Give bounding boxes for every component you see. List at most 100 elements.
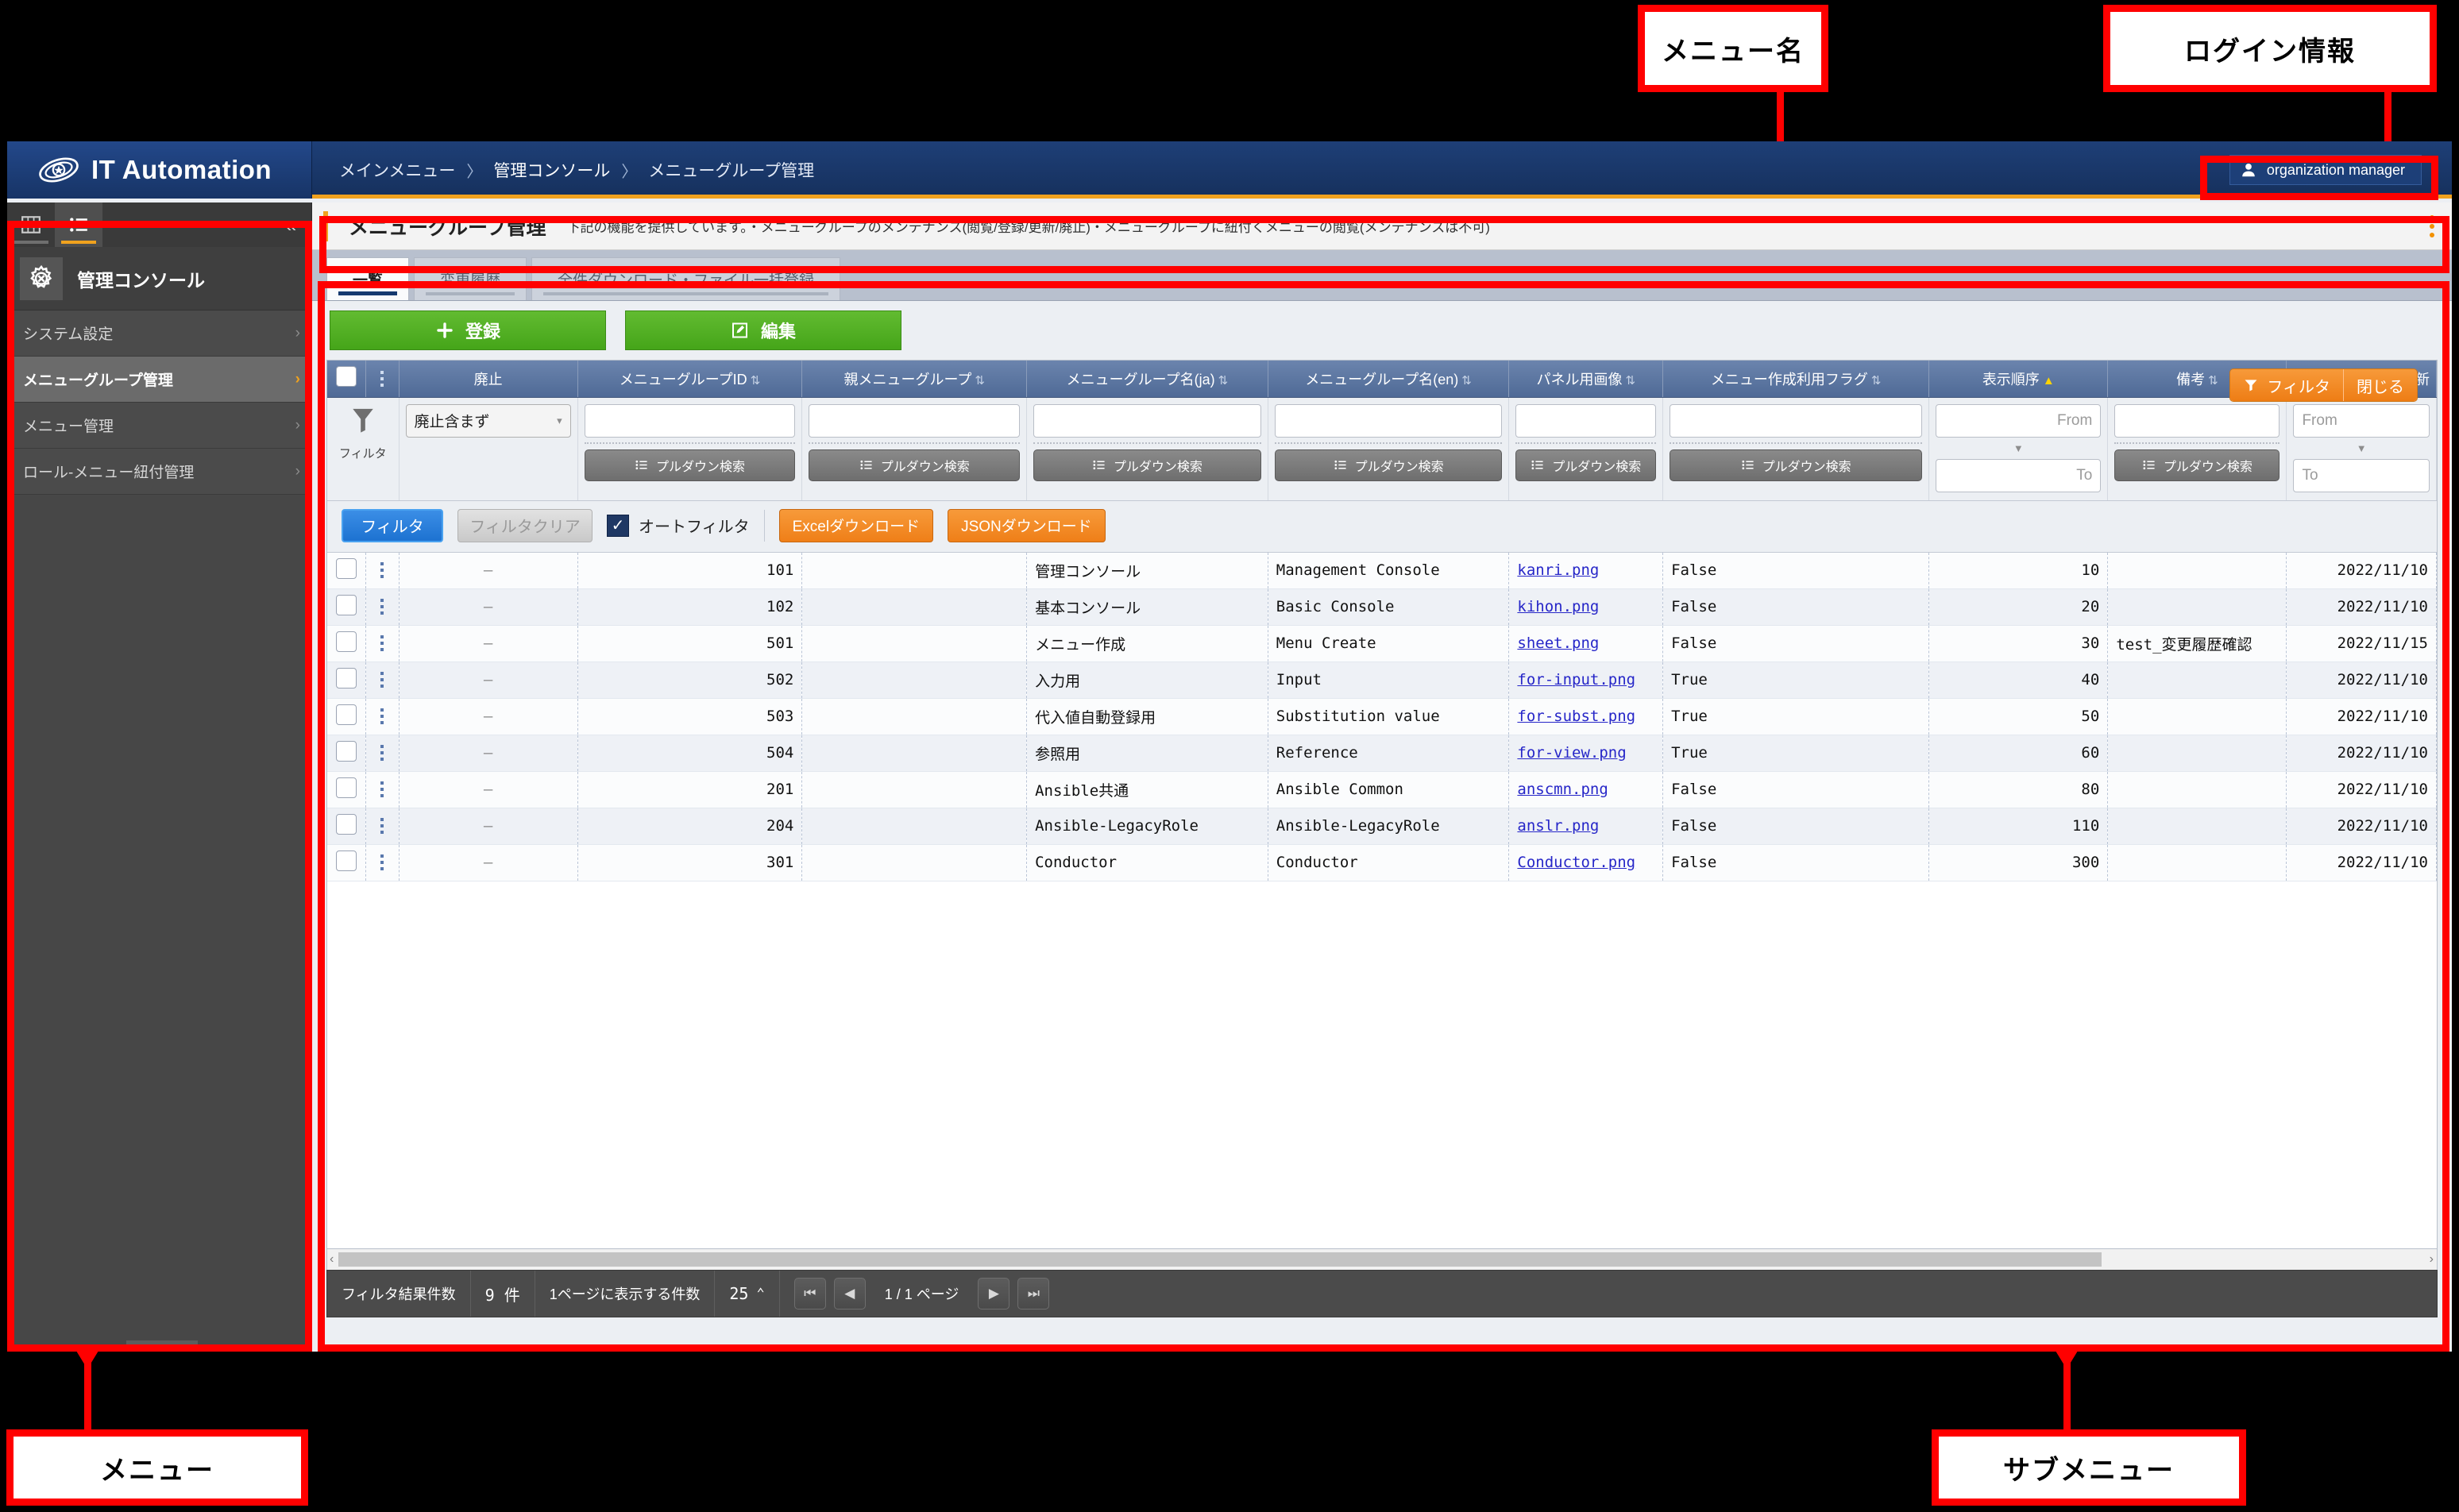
table-row[interactable]: — 503 代入値自動登録用 Substitution value for-su…	[327, 698, 2437, 735]
row-checkbox-cell[interactable]	[327, 662, 366, 699]
pulldown-search-note[interactable]: プルダウン検索	[2114, 449, 2280, 481]
row-menu-cell[interactable]	[365, 808, 400, 845]
sort-icon-5[interactable]: ⇅	[1218, 374, 1229, 388]
pulldown-search-name-ja[interactable]: プルダウン検索	[1033, 449, 1261, 481]
filter-input-last-updated-to[interactable]: To	[2293, 458, 2430, 492]
filter-input-last-updated-from[interactable]: From	[2293, 403, 2430, 438]
filter-panel-toggle[interactable]: フィルタ 閉じる	[2229, 368, 2418, 402]
sort-icon-7[interactable]: ⇅	[1625, 374, 1635, 388]
row-image-link[interactable]: anscmn.png	[1517, 781, 1608, 798]
tab-list[interactable]: 一覧	[326, 257, 410, 300]
row-kebab-icon[interactable]	[374, 854, 391, 870]
next-page-button[interactable]: ▶	[978, 1278, 1010, 1310]
th-haishi[interactable]: 廃止	[399, 361, 578, 398]
th-panel-image[interactable]: パネル用画像 ⇅	[1508, 361, 1664, 398]
filter-toggle-filter[interactable]: フィルタ	[2230, 369, 2343, 401]
filter-input-parent-menu-group[interactable]	[809, 403, 1021, 438]
table-row[interactable]: — 501 メニュー作成 Menu Create sheet.png False…	[327, 625, 2437, 662]
excel-download-button[interactable]: Excelダウンロード	[778, 508, 934, 542]
row-kebab-icon[interactable]	[374, 745, 391, 761]
row-kebab-icon[interactable]	[374, 708, 391, 724]
row-menu-cell[interactable]	[365, 735, 400, 772]
th-select-all[interactable]	[327, 361, 366, 398]
th-menu-group-name-en[interactable]: メニューグループ名(en) ⇅	[1268, 361, 1510, 398]
more-vertical-icon[interactable]	[2430, 214, 2434, 237]
row-image-link[interactable]: kanri.png	[1517, 561, 1599, 579]
row-menu-cell[interactable]	[365, 771, 400, 808]
filter-input-name-ja[interactable]	[1033, 403, 1261, 438]
filter-input-menu-create-flag[interactable]	[1670, 403, 1923, 438]
first-page-button[interactable]: ⏮	[793, 1278, 826, 1310]
sort-icon-3[interactable]: ⇅	[751, 374, 761, 388]
json-download-button[interactable]: JSONダウンロード	[948, 508, 1106, 542]
row-kebab-icon[interactable]	[374, 635, 391, 651]
sort-icon-6[interactable]: ⇅	[1461, 374, 1472, 388]
row-checkbox-cell[interactable]	[327, 552, 366, 589]
sort-icon-8[interactable]: ⇅	[1871, 374, 1882, 388]
filter-input-panel-image[interactable]	[1515, 403, 1657, 438]
pulldown-search-name-en[interactable]: プルダウン検索	[1274, 449, 1503, 481]
filter-input-name-en[interactable]	[1274, 403, 1503, 438]
row-kebab-icon[interactable]	[374, 781, 391, 797]
th-row-menu[interactable]	[365, 361, 400, 398]
auto-filter-checkbox[interactable]: ✓	[607, 514, 629, 537]
table-row[interactable]: — 504 参照用 Reference for-view.png True 60…	[327, 735, 2437, 772]
table-row[interactable]: — 204 Ansible-LegacyRole Ansible-LegacyR…	[327, 808, 2437, 845]
th-menu-create-flag[interactable]: メニュー作成利用フラグ ⇅	[1662, 361, 1930, 398]
last-page-button[interactable]: ⏭	[1017, 1278, 1050, 1310]
filter-input-menu-group-id[interactable]	[584, 403, 796, 438]
row-menu-cell[interactable]	[365, 698, 400, 735]
sidebar-item-role-menu-link-management[interactable]: ロール-メニュー紐付管理 ›	[7, 449, 311, 495]
tab-bulk-download-upload[interactable]: 全件ダウンロード・ファイル一括登録	[531, 257, 841, 300]
row-menu-cell[interactable]	[365, 552, 400, 589]
table-horizontal-scrollbar[interactable]: ‹ ›	[326, 1249, 2438, 1270]
select-all-checkbox[interactable]	[335, 366, 357, 388]
row-checkbox-cell[interactable]	[327, 735, 366, 772]
th-menu-group-id[interactable]: メニューグループID ⇅	[577, 361, 803, 398]
row-checkbox[interactable]	[335, 813, 357, 835]
row-checkbox[interactable]	[335, 777, 357, 798]
row-checkbox[interactable]	[335, 557, 357, 579]
row-checkbox-cell[interactable]	[327, 588, 366, 626]
edit-button[interactable]: 編集	[625, 310, 901, 350]
sort-icon-9-asc[interactable]: ▲	[2043, 374, 2055, 388]
scrollbar-thumb[interactable]	[338, 1252, 2102, 1267]
row-kebab-icon[interactable]	[374, 818, 391, 834]
row-checkbox[interactable]	[335, 704, 357, 725]
row-image-link[interactable]: anslr.png	[1517, 817, 1599, 835]
pulldown-search-menu-group-id[interactable]: プルダウン検索	[584, 449, 796, 481]
sort-icon-10[interactable]: ⇅	[2208, 374, 2218, 388]
row-image-link[interactable]: for-view.png	[1517, 744, 1626, 762]
sidebar-tab-grid-view[interactable]	[7, 202, 55, 247]
row-checkbox-cell[interactable]	[327, 808, 366, 845]
filter-input-note[interactable]	[2114, 403, 2280, 438]
row-kebab-icon[interactable]	[374, 599, 391, 615]
row-checkbox-cell[interactable]	[327, 625, 366, 662]
register-button[interactable]: 登録	[330, 310, 606, 350]
auto-filter-toggle[interactable]: ✓ オートフィルタ	[607, 514, 750, 537]
breadcrumb-item-2[interactable]: メニューグループ管理	[648, 158, 814, 182]
row-image-link[interactable]: for-input.png	[1517, 671, 1635, 688]
breadcrumb-item-0[interactable]: メインメニュー	[339, 158, 455, 182]
th-parent-menu-group[interactable]: 親メニューグループ ⇅	[801, 361, 1028, 398]
table-row[interactable]: — 102 基本コンソール Basic Console kihon.png Fa…	[327, 588, 2437, 626]
clear-filter-button[interactable]: フィルタクリア	[457, 508, 593, 542]
row-kebab-icon[interactable]	[374, 672, 391, 688]
breadcrumb-item-1[interactable]: 管理コンソール	[493, 158, 610, 182]
tab-change-history[interactable]: 変更履歴	[414, 257, 527, 300]
table-row[interactable]: — 301 Conductor Conductor Conductor.png …	[327, 844, 2437, 881]
row-checkbox[interactable]	[335, 631, 357, 652]
row-menu-cell[interactable]	[365, 844, 400, 881]
row-kebab-icon[interactable]	[374, 562, 391, 578]
login-user-chip[interactable]: organization manager	[2229, 155, 2422, 185]
prev-page-button[interactable]: ◀	[833, 1278, 866, 1310]
sidebar-item-menu-group-management[interactable]: メニューグループ管理 ›	[7, 357, 311, 403]
haishi-select[interactable]: 廃止含まず ▾	[405, 403, 571, 438]
pulldown-search-menu-create-flag[interactable]: プルダウン検索	[1670, 449, 1923, 481]
filter-toggle-close[interactable]: 閉じる	[2343, 369, 2417, 401]
th-menu-group-name-ja[interactable]: メニューグループ名(ja) ⇅	[1026, 361, 1268, 398]
sidebar-collapse-button[interactable]: «	[270, 202, 311, 247]
row-checkbox-cell[interactable]	[327, 844, 366, 881]
row-checkbox[interactable]	[335, 594, 357, 615]
row-checkbox[interactable]	[335, 667, 357, 688]
